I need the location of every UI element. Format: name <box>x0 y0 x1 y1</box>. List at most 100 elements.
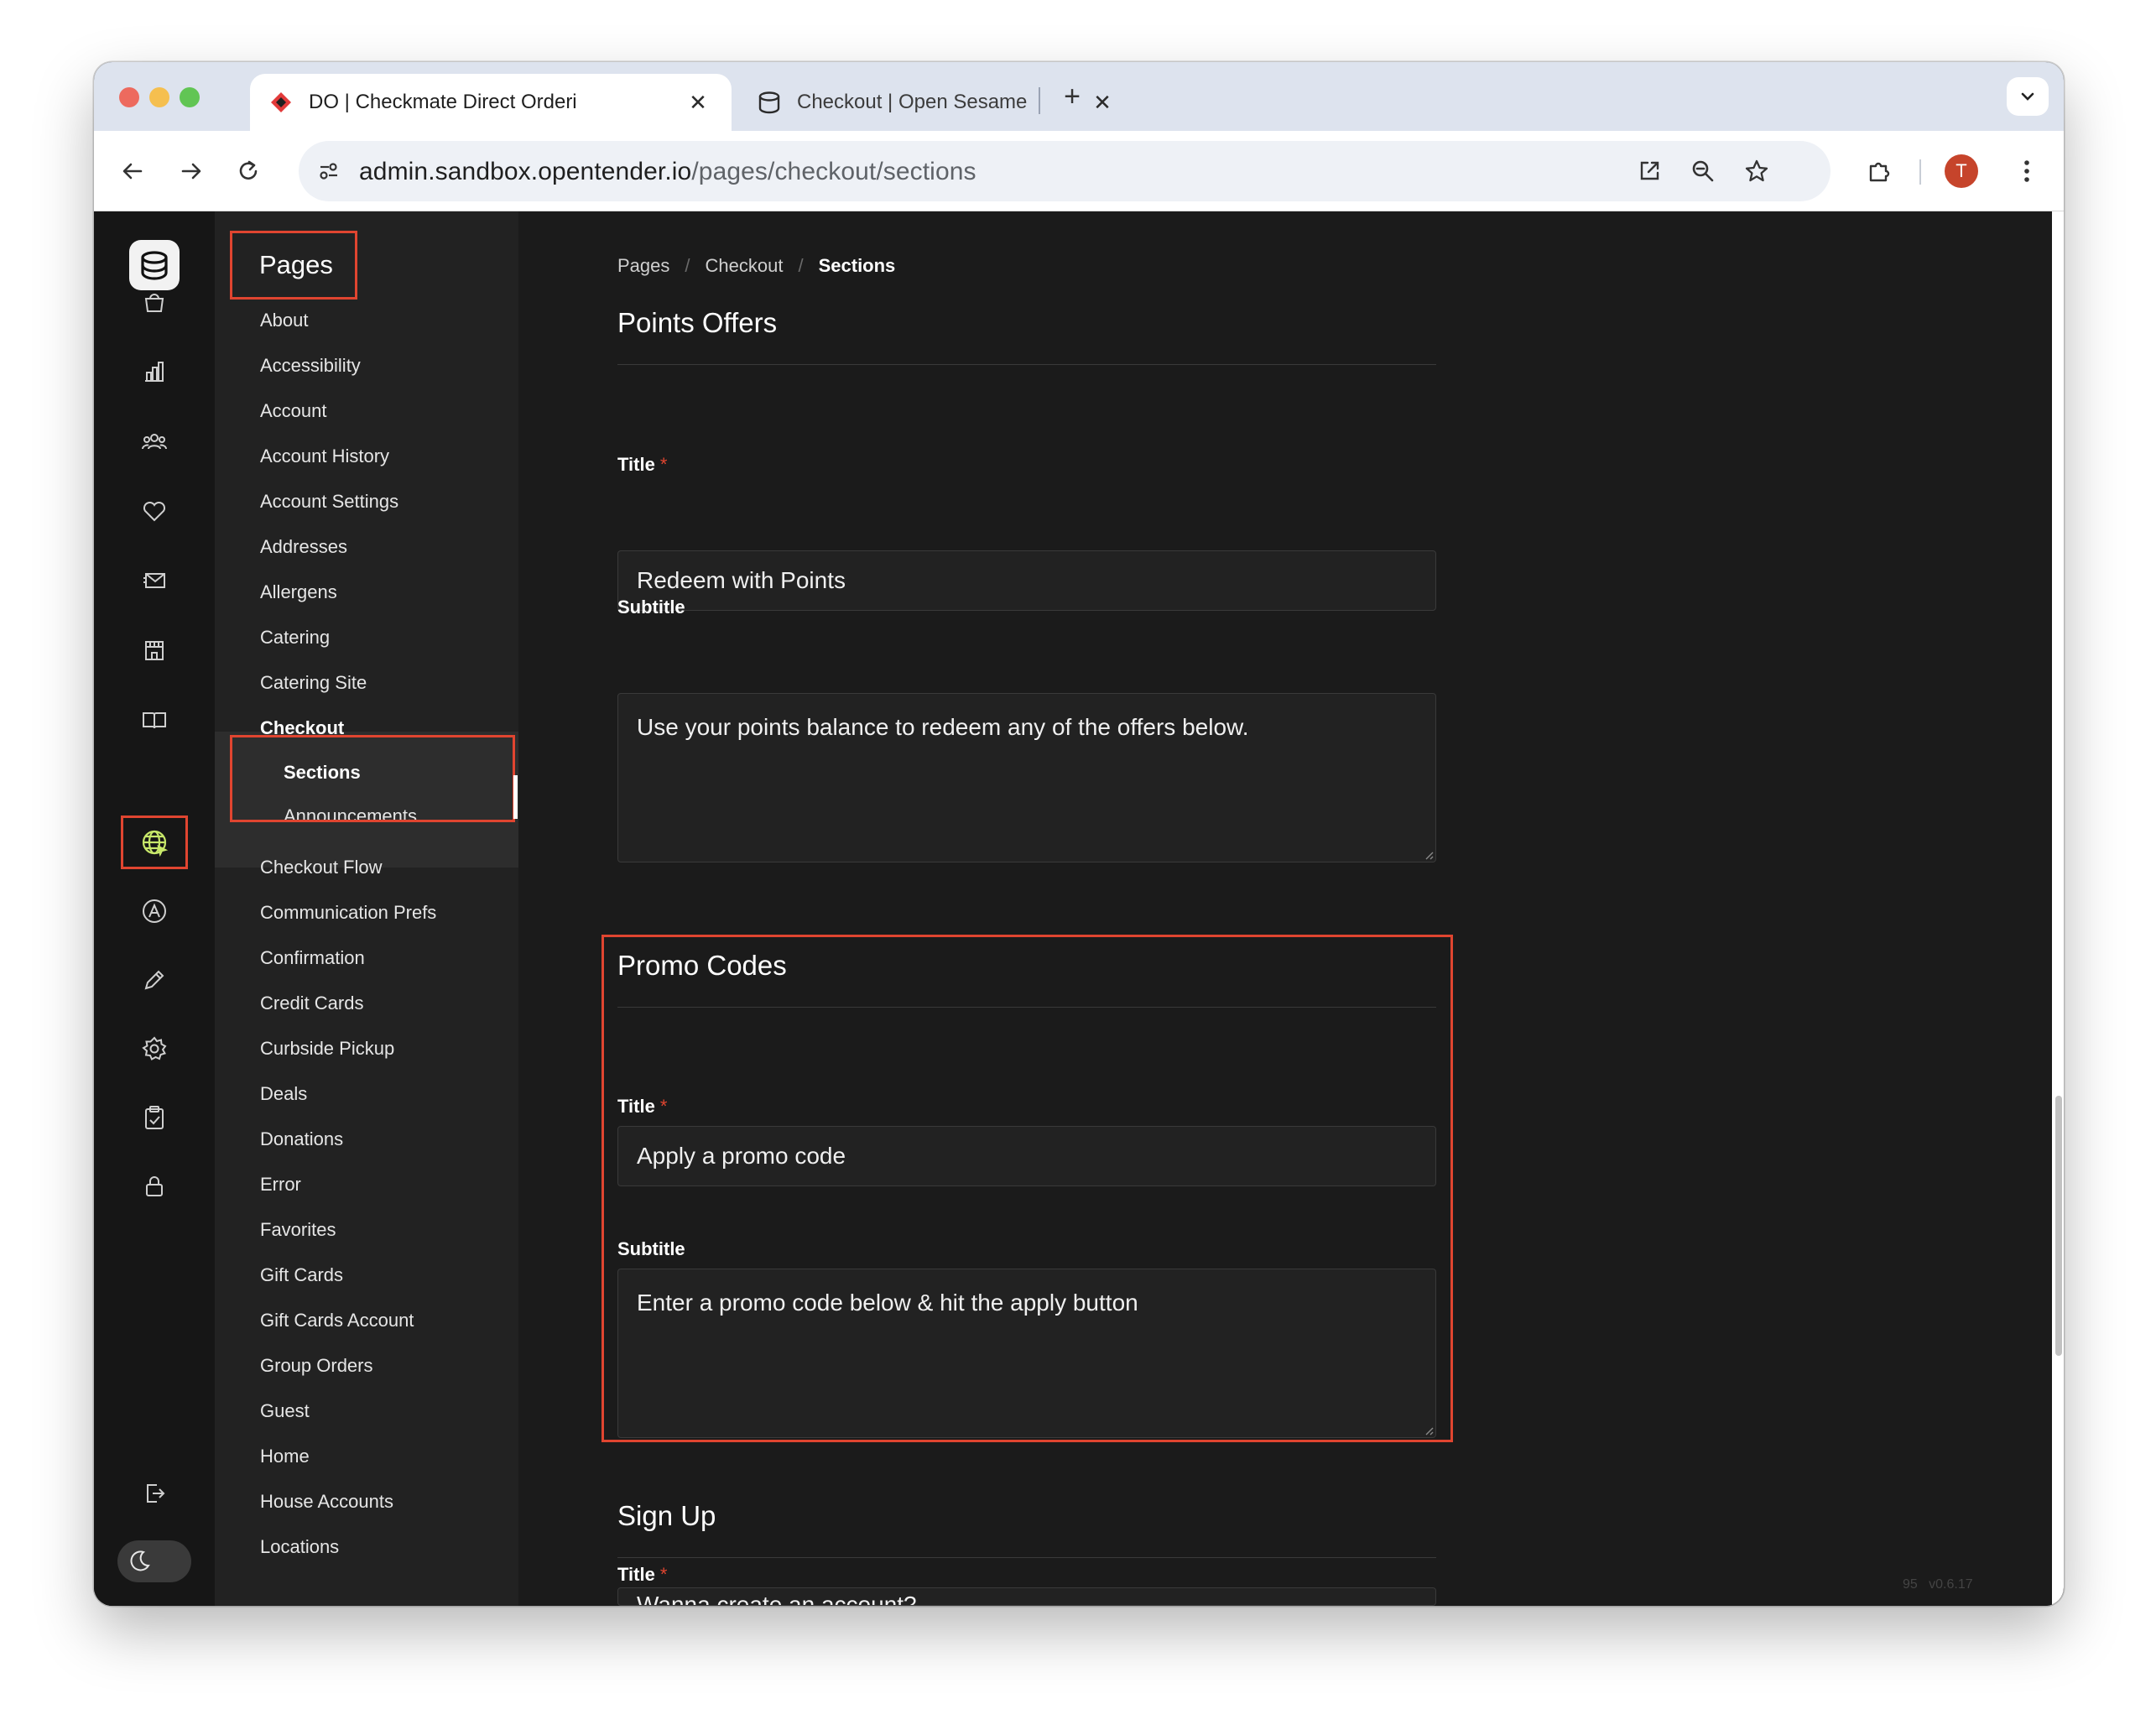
icon-rail <box>94 211 215 1606</box>
sidebar-item[interactable]: Catering Site <box>260 672 367 694</box>
sidebar-item[interactable]: Curbside Pickup <box>260 1038 394 1060</box>
close-tab-icon[interactable]: ✕ <box>686 91 710 114</box>
resize-grip-icon[interactable] <box>1422 1424 1434 1436</box>
sidebar-item[interactable]: Allergens <box>260 581 337 603</box>
scrollbar-track[interactable] <box>2052 211 2064 1606</box>
points-title-input[interactable]: Redeem with Points <box>617 550 1436 611</box>
open-sesame-favicon-icon <box>755 88 784 117</box>
label-text: Title <box>617 454 655 475</box>
sidebar-item[interactable]: Addresses <box>260 536 347 558</box>
sidebar-item[interactable]: Donations <box>260 1128 343 1150</box>
field-label-title: Title * <box>617 1096 667 1118</box>
sidebar-item[interactable]: Error <box>260 1174 301 1196</box>
url-path: /pages/checkout/sections <box>691 158 976 185</box>
points-subtitle-textarea[interactable]: Use your points balance to redeem any of… <box>617 693 1436 862</box>
breadcrumb: Pages / Checkout / Sections <box>617 255 895 277</box>
signup-title-input[interactable]: Wanna create an account? <box>617 1587 1436 1606</box>
sidebar-item[interactable]: Gift Cards <box>260 1264 343 1286</box>
profile-avatar[interactable]: T <box>1945 154 1978 188</box>
logout-icon[interactable] <box>138 1477 171 1510</box>
bookmark-star-icon[interactable] <box>1738 153 1775 190</box>
heart-icon[interactable] <box>138 494 171 528</box>
promo-title-input[interactable]: Apply a promo code <box>617 1126 1436 1186</box>
section-title-promo-codes: Promo Codes <box>617 950 787 981</box>
section-divider <box>617 1557 1436 1558</box>
book-icon[interactable] <box>138 703 171 737</box>
app-logo[interactable] <box>129 240 180 290</box>
build-count: 95 <box>1903 1577 1918 1592</box>
minimize-window-button[interactable] <box>149 87 169 107</box>
clipboard-icon[interactable] <box>138 1101 171 1134</box>
bag-icon[interactable] <box>138 285 171 319</box>
close-tab-icon[interactable]: ✕ <box>1091 91 1114 114</box>
badge-icon[interactable] <box>138 894 171 928</box>
sidebar-item[interactable]: Communication Prefs <box>260 902 436 924</box>
browser-window: DO | Checkmate Direct Orderi ✕ Checkout … <box>94 62 2064 1606</box>
chart-icon[interactable] <box>138 355 171 388</box>
checkmate-favicon-icon <box>267 88 295 117</box>
maximize-window-button[interactable] <box>180 87 200 107</box>
sidebar-item[interactable]: House Accounts <box>260 1491 393 1513</box>
zoom-icon[interactable] <box>1685 153 1721 190</box>
scrollbar-thumb[interactable] <box>2055 1096 2062 1356</box>
tab-strip: DO | Checkmate Direct Orderi ✕ Checkout … <box>94 62 2064 131</box>
textarea-value: Use your points balance to redeem any of… <box>637 714 1249 740</box>
forward-button[interactable] <box>171 151 211 191</box>
customers-icon[interactable] <box>138 425 171 458</box>
breadcrumb-pages[interactable]: Pages <box>617 255 669 276</box>
arrow-right-icon <box>181 163 201 180</box>
field-label-title: Title * <box>617 1564 667 1586</box>
sidebar-item[interactable]: Deals <box>260 1083 307 1105</box>
breadcrumb-current: Sections <box>818 255 896 276</box>
sidebar-item[interactable]: Locations <box>260 1536 339 1558</box>
pencil-icon[interactable] <box>138 963 171 997</box>
reload-button[interactable] <box>228 151 268 191</box>
sidebar-item[interactable]: Guest <box>260 1400 310 1422</box>
sidebar-item[interactable]: Home <box>260 1446 310 1467</box>
toolbar-separator <box>1919 159 1921 185</box>
store-icon[interactable] <box>138 633 171 667</box>
resize-grip-icon[interactable] <box>1422 848 1434 860</box>
open-in-app-icon[interactable] <box>1631 153 1668 190</box>
breadcrumb-separator: / <box>798 255 804 276</box>
tab-search-button[interactable] <box>2007 77 2049 116</box>
extensions-icon[interactable] <box>1861 153 1898 190</box>
required-mark: * <box>659 1564 668 1585</box>
active-rail-highlight <box>121 815 188 869</box>
address-bar[interactable]: admin.sandbox.opentender.io/pages/checko… <box>299 141 1831 201</box>
section-divider <box>617 364 1436 365</box>
required-mark: * <box>659 454 668 475</box>
app-root: Pages About Accessibility Account Accoun… <box>94 211 2064 1606</box>
lock-icon[interactable] <box>138 1170 171 1203</box>
sidebar-item[interactable]: Account Settings <box>260 491 398 513</box>
tab-checkmate[interactable]: DO | Checkmate Direct Orderi ✕ <box>250 74 732 131</box>
sidebar-item[interactable]: Group Orders <box>260 1355 373 1377</box>
more-menu-icon[interactable] <box>2008 153 2045 190</box>
dark-mode-toggle[interactable] <box>117 1540 191 1582</box>
sidebar-item[interactable]: Accessibility <box>260 355 361 377</box>
section-title-sign-up: Sign Up <box>617 1500 716 1531</box>
field-label-subtitle: Subtitle <box>617 1238 685 1259</box>
textarea-value: Enter a promo code below & hit the apply… <box>637 1290 1138 1316</box>
breadcrumb-checkout[interactable]: Checkout <box>706 255 784 276</box>
close-window-button[interactable] <box>119 87 139 107</box>
back-button[interactable] <box>112 151 153 191</box>
sidebar-item[interactable]: Catering <box>260 627 330 649</box>
new-tab-button[interactable]: + <box>1055 81 1089 114</box>
section-title-points-offers: Points Offers <box>617 307 778 338</box>
sidebar-item[interactable]: About <box>260 310 309 331</box>
mail-icon[interactable] <box>138 564 171 597</box>
sidebar-item[interactable]: Favorites <box>260 1219 336 1241</box>
sidebar-item[interactable]: Account History <box>260 446 389 467</box>
sidebar-item[interactable]: Gift Cards Account <box>260 1310 414 1331</box>
browser-toolbar: admin.sandbox.opentender.io/pages/checko… <box>94 131 2064 211</box>
label-text: Title <box>617 1096 655 1117</box>
site-info-icon[interactable] <box>310 153 347 190</box>
sidebar-item[interactable]: Checkout Flow <box>260 857 383 878</box>
sidebar-item[interactable]: Account <box>260 400 327 422</box>
promo-subtitle-textarea[interactable]: Enter a promo code below & hit the apply… <box>617 1269 1436 1438</box>
sidebar-item[interactable]: Confirmation <box>260 947 365 969</box>
gear-icon[interactable] <box>138 1032 171 1066</box>
url-text[interactable]: admin.sandbox.opentender.io/pages/checko… <box>359 158 976 186</box>
sidebar-item[interactable]: Credit Cards <box>260 993 363 1014</box>
